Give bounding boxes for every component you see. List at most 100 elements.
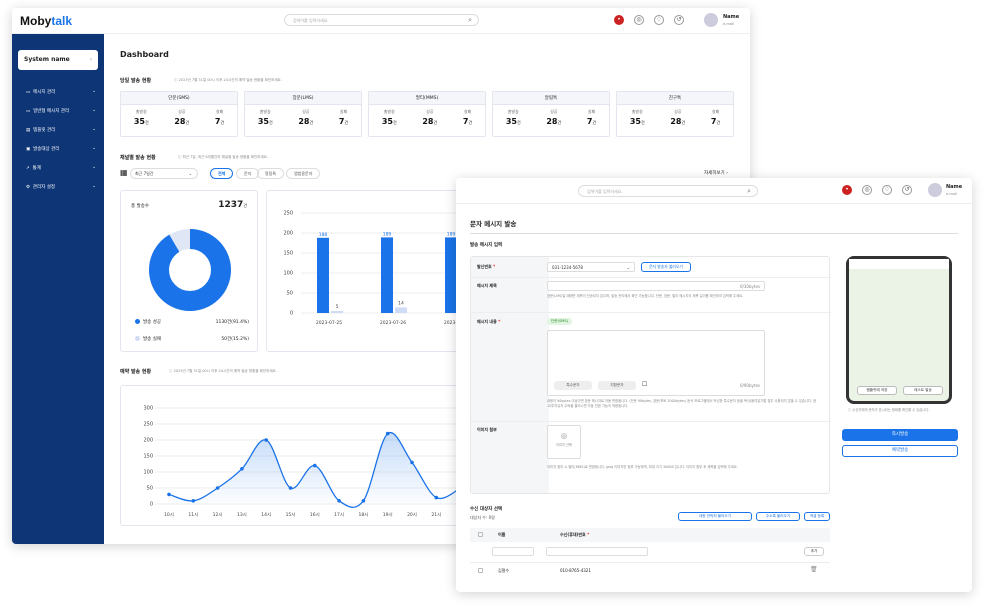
legend-success: 발송 성공: [135, 319, 161, 325]
phone-note: ⓘ 수신자에게 문자가 표시되는 형태를 확인할 수 있습니다.: [848, 408, 930, 412]
chip-all[interactable]: 전체: [210, 168, 234, 179]
sidebar-item-templates[interactable]: ▤ 템플릿 관리 ⌄: [26, 127, 96, 133]
add-recipient-button[interactable]: 추가: [804, 547, 824, 556]
new-phone-input[interactable]: [546, 547, 648, 556]
bar: [331, 311, 343, 313]
substitute-char-button[interactable]: 치환문자: [598, 381, 636, 390]
send-reserve-button[interactable]: 예약발송: [842, 445, 958, 457]
search-input[interactable]: 검색어를 입력하세요. ⌕: [578, 185, 758, 197]
emoji-icon[interactable]: ☐: [642, 381, 647, 388]
system-name-selector[interactable]: System name ‹: [18, 50, 98, 70]
message-icon[interactable]: ◎: [862, 185, 872, 195]
total-label: 총 발송수: [131, 204, 149, 209]
x-tick-label: 2023-07-25: [316, 320, 342, 326]
bell-icon[interactable]: ♢: [654, 15, 664, 25]
history-icon[interactable]: ↺: [902, 185, 912, 195]
content-help: 내용이 90bytes 이상이면 장문 메시지로 자동 변환됩니다. (단문 9…: [547, 399, 817, 408]
data-point: [264, 438, 268, 442]
stat-fail: 실패 7건: [710, 109, 721, 126]
excel-button[interactable]: 엑셀 등록: [804, 512, 830, 521]
sidebar-item-targets[interactable]: ▣ 발송대상 관리 ⌄: [26, 146, 96, 152]
save-template-button[interactable]: 템플릿에 저장: [857, 386, 897, 395]
top-bar: 검색어를 입력하세요. ⌕ • ◎ ♢ ↺ Name e-mail: [456, 178, 972, 204]
bar-data-label: 14: [398, 300, 404, 306]
form-label-column: [471, 257, 549, 493]
chevron-down-icon: ⌄: [188, 171, 192, 176]
row-name: 김철수: [498, 568, 510, 573]
legend-fail: 발송 실패: [135, 336, 161, 342]
x-tick-label: 18시: [358, 512, 368, 518]
sender-label: 발신번호 *: [477, 264, 496, 269]
avatar[interactable]: [928, 183, 942, 197]
addressbook-button[interactable]: 주소록 불러오기: [756, 512, 800, 521]
image-select-button[interactable]: ⊕ 이미지 선택: [547, 425, 581, 459]
channel-note: ⓘ 최근 7일, 최근 6개월간의 채널별 발송 현황을 확인하세요.: [178, 155, 268, 159]
sidebar-item-messages[interactable]: ▭ 메시지 관리 ⌄: [26, 89, 96, 95]
row-checkbox[interactable]: [478, 568, 483, 573]
stat-success: 성공 28건: [670, 109, 686, 126]
test-send-button[interactable]: 테스트 발송: [903, 386, 943, 395]
sms-window: 검색어를 입력하세요. ⌕ • ◎ ♢ ↺ Name e-mail 문자 메시지 …: [456, 178, 972, 592]
chat-icon[interactable]: •: [614, 15, 624, 25]
subject-label: 메시지 제목: [477, 283, 497, 288]
donut-chart: [149, 229, 231, 311]
data-point: [434, 495, 439, 500]
search-input[interactable]: 검색어를 입력하세요. ⌕: [284, 14, 479, 26]
sidebar-item-stats[interactable]: ↗ 통계 ⌄: [26, 165, 96, 171]
data-point: [288, 486, 293, 490]
chip-sms[interactable]: 문자: [236, 168, 260, 179]
x-tick-label: 15시: [286, 512, 296, 518]
avatar[interactable]: [704, 13, 718, 27]
period-select[interactable]: 최근 7일간 ⌄: [130, 168, 198, 179]
chevron-down-icon: ⌄: [92, 89, 96, 94]
y-tick-label: 100: [143, 470, 153, 476]
bell-icon[interactable]: ♢: [882, 185, 892, 195]
sender-load-button[interactable]: 문자 발송자 불러오기: [641, 262, 691, 272]
divider: [471, 277, 831, 278]
sidebar-item-admin[interactable]: ⚙ 관리자 설정 ⌄: [26, 184, 96, 190]
special-char-button[interactable]: 특수문자: [554, 381, 592, 390]
select-all-checkbox[interactable]: [478, 532, 483, 537]
data-point: [410, 460, 414, 465]
bar-data-label: 189: [447, 231, 456, 237]
stat-success: 성공 28건: [422, 109, 438, 126]
reserve-note: ⓘ 2023년 7월 31일 00시 이후 24시간의 예약 발송 현황을 확인…: [169, 369, 277, 373]
today-title: 당일 발송 현황: [120, 78, 152, 84]
send-now-button[interactable]: 즉시발송: [842, 429, 958, 441]
trash-icon[interactable]: 🗑: [810, 566, 818, 573]
content-textarea[interactable]: 특수문자 치환문자 ☐ 0/90bytes: [547, 330, 765, 396]
y-tick-label: 200: [143, 438, 153, 444]
bulk-load-button[interactable]: 대량 연락처 불러오기: [678, 512, 752, 521]
x-tick-label: 16시: [310, 512, 320, 518]
x-tick-label: 19시: [383, 512, 393, 518]
subject-input[interactable]: 0/30bytes: [547, 281, 765, 291]
channel-title: 채널별 발송 현황: [120, 155, 156, 161]
sender-select[interactable]: 031-1234-5678 ⌄: [547, 262, 635, 272]
y-tick-label: 250: [283, 211, 293, 217]
y-tick-label: 150: [143, 454, 153, 460]
sidebar-item-general-messages[interactable]: ▭ 일반형 메시지 관리 ⌄: [26, 108, 96, 114]
donut-card: 총 발송수 1237건 발송 성공 1130건(91.4%) 발송 실패 50건…: [120, 190, 258, 352]
stat-card: 친구톡 총발송 35건 성공 28건 실패 7건: [616, 91, 734, 137]
stat-fail: 실패 7건: [462, 109, 473, 126]
col-name: 이름: [498, 532, 506, 537]
data-point: [337, 499, 341, 503]
chip-alimtalk[interactable]: 알림톡: [257, 168, 285, 179]
data-point: [215, 486, 220, 490]
logo[interactable]: Mobytalk: [20, 14, 72, 28]
chip-app[interactable]: 앱범용문자: [286, 168, 321, 179]
y-tick-label: 200: [283, 231, 293, 237]
stat-card: 장문(LMS) 총발송 35건 성공 28건 실패 7건: [244, 91, 362, 137]
stat-total: 총발송 35건: [133, 109, 149, 126]
history-icon[interactable]: ↺: [674, 15, 684, 25]
more-link[interactable]: 자세히보기 ›: [704, 170, 728, 176]
message-form: 발신번호 * 031-1234-5678 ⌄ 문자 발송자 불러오기 메시지 제목…: [470, 256, 831, 494]
chat-icon[interactable]: •: [842, 185, 852, 195]
table-row: 김철수 010-8765-4321 🗑: [470, 564, 830, 578]
row-phone: 010-8765-4321: [560, 568, 591, 573]
new-name-input[interactable]: [492, 547, 534, 556]
message-icon[interactable]: ◎: [634, 15, 644, 25]
search-icon[interactable]: ⌕: [468, 16, 472, 25]
y-tick-label: 50: [147, 486, 153, 492]
search-icon[interactable]: ⌕: [747, 187, 751, 196]
